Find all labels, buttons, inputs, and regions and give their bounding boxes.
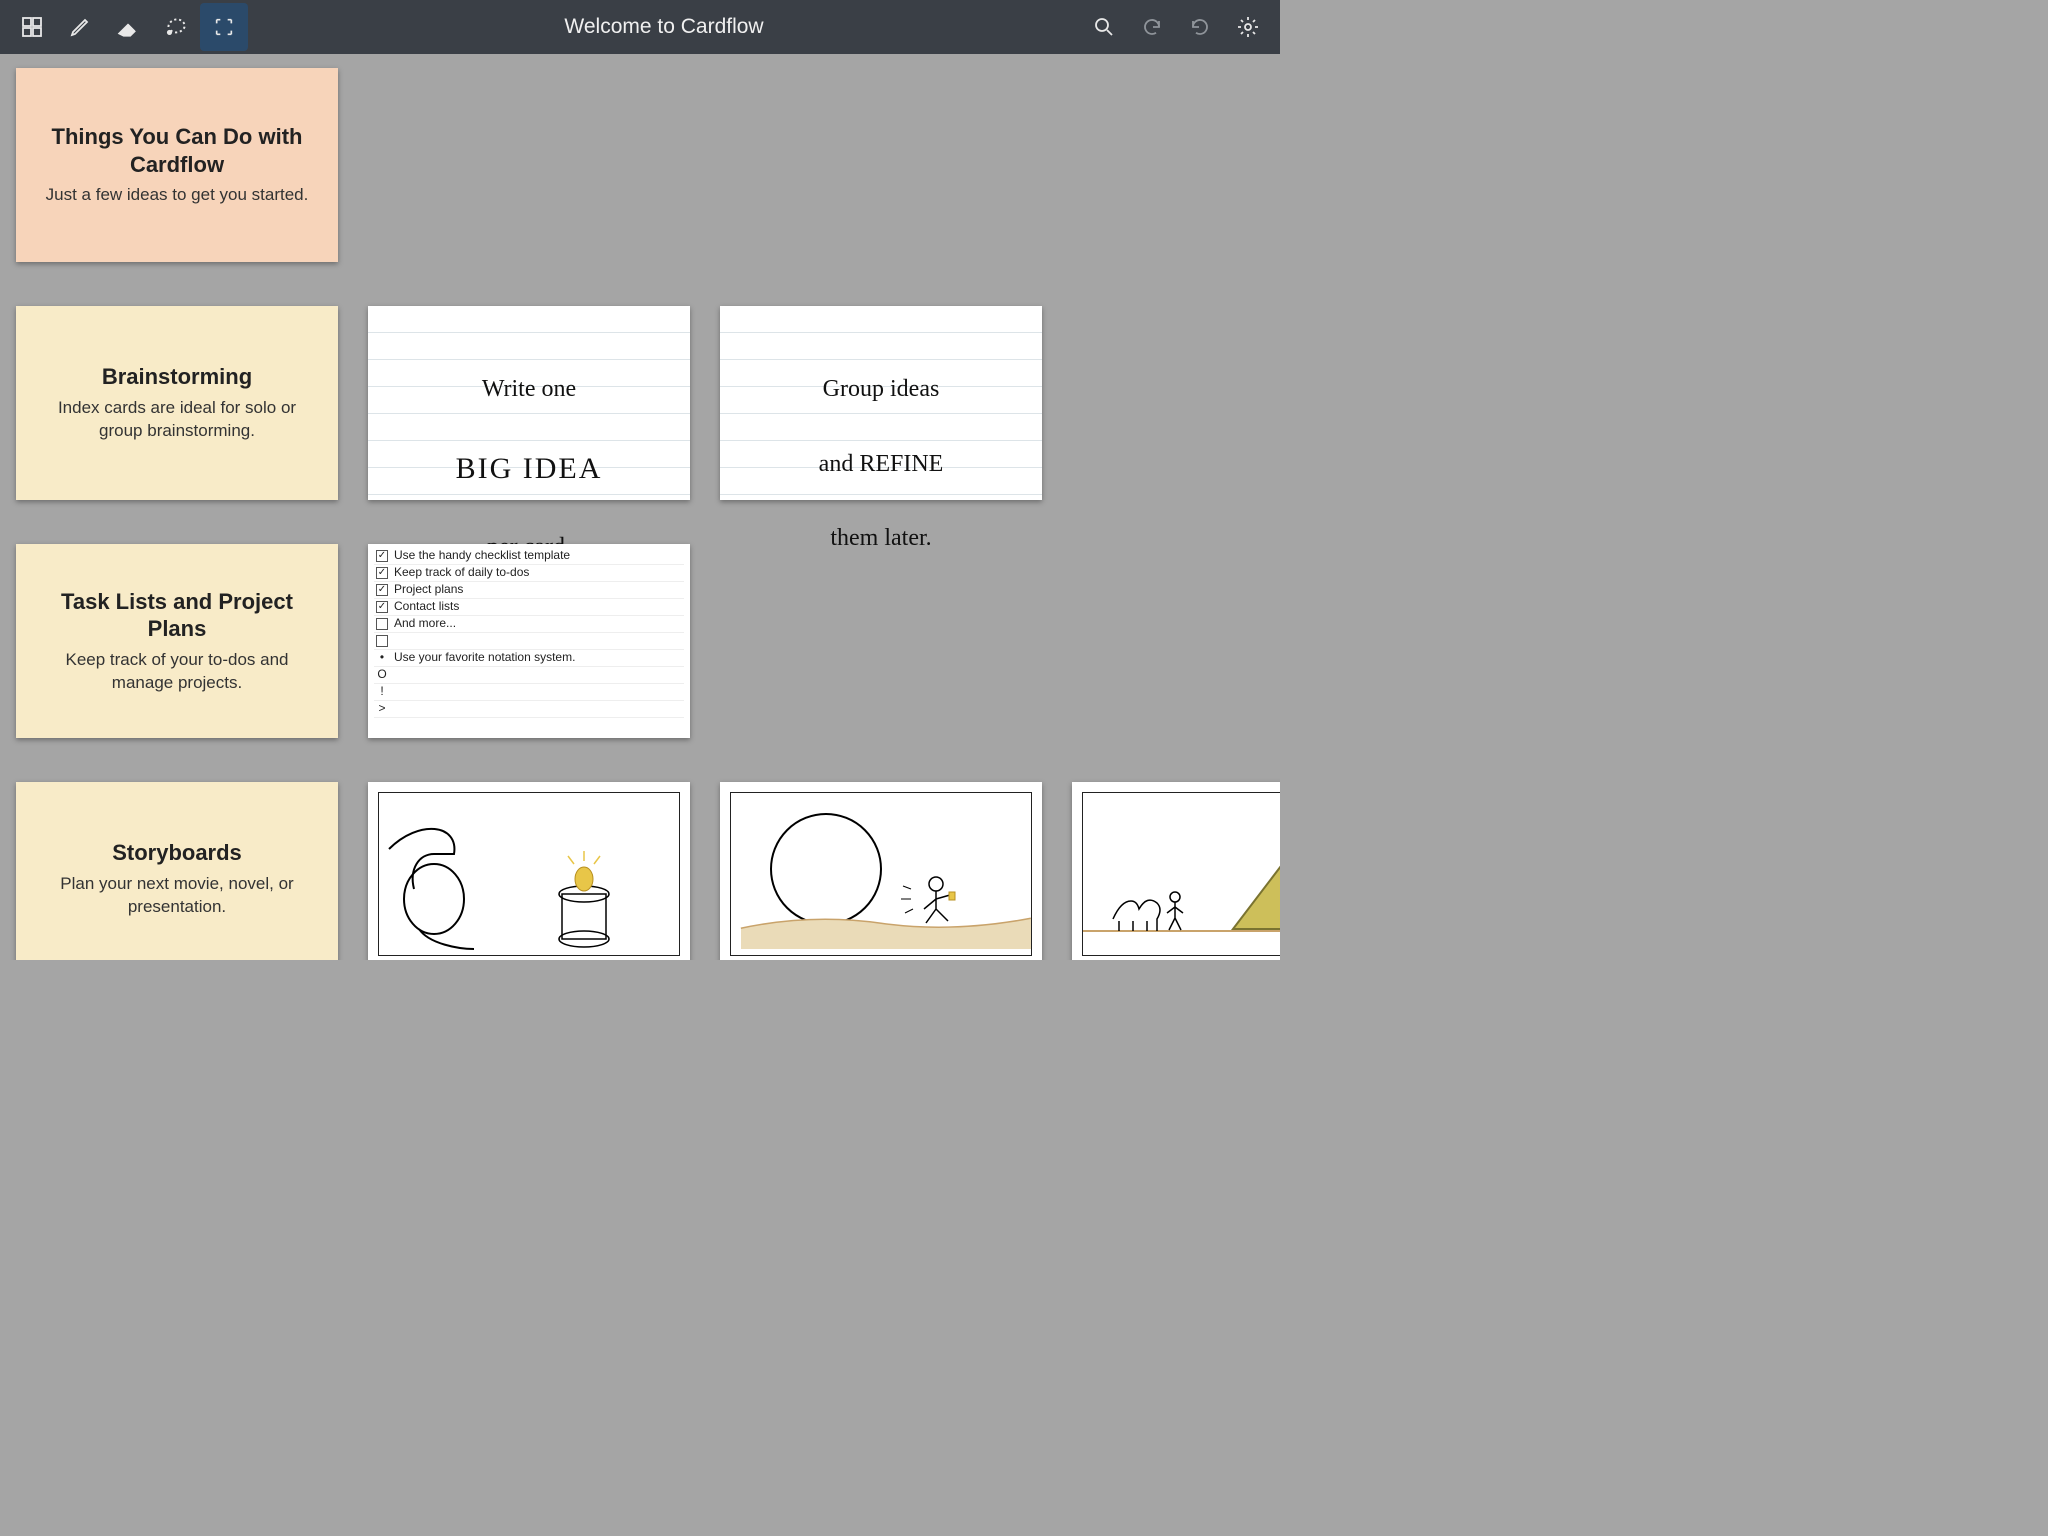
hand-line: them later. (830, 525, 931, 551)
list-item-label: Keep track of daily to-dos (394, 564, 529, 581)
list-item-label: Use your favorite notation system. (394, 649, 575, 666)
brainstorm-title: Brainstorming (102, 363, 252, 391)
hand-line: BIG IDEA (456, 452, 603, 485)
hand-line: Group ideas (823, 376, 940, 402)
eraser-button[interactable] (104, 3, 152, 51)
list-item: Project plans (374, 582, 684, 599)
list-item-label: Project plans (394, 581, 463, 598)
bullet-icon: O (376, 666, 388, 683)
list-item (374, 633, 684, 650)
gear-icon (1236, 15, 1260, 39)
undo-icon (1140, 15, 1164, 39)
brainstorm-card-1[interactable]: Write one BIG IDEA per card. (368, 306, 690, 500)
storyboards-subtitle: Plan your next movie, novel, or presenta… (36, 873, 318, 919)
redo-button[interactable] (1176, 3, 1224, 51)
select-button[interactable] (200, 3, 248, 51)
list-item: ! (374, 684, 684, 701)
brainstorm-subtitle: Index cards are ideal for solo or group … (36, 397, 318, 443)
redo-icon (1188, 15, 1212, 39)
undo-button[interactable] (1128, 3, 1176, 51)
intro-card[interactable]: Things You Can Do with Cardflow Just a f… (16, 68, 338, 262)
bullet-icon: ! (376, 683, 388, 700)
handwriting: Write one BIG IDEA per card. (368, 306, 690, 566)
storyboard-card-1[interactable]: The intrepid explorer discovers the lost… (368, 782, 690, 960)
storyboard-frame (1082, 792, 1280, 956)
storyboard-card-3[interactable]: The intrepid explorer takes in the view (1072, 782, 1280, 960)
tasks-subtitle: Keep track of your to-dos and manage pro… (36, 649, 318, 695)
pencil-button[interactable] (56, 3, 104, 51)
list-item-label: Use the handy checklist template (394, 547, 570, 564)
storyboard-card-2[interactable]: The intrepid explorer has a hard day at … (720, 782, 1042, 960)
checklist-card[interactable]: Use the handy checklist template Keep tr… (368, 544, 690, 738)
checkbox-icon (376, 618, 388, 630)
storyboard-drawing (731, 793, 1031, 955)
storyboard-drawing (379, 793, 679, 955)
list-item-label: Contact lists (394, 598, 459, 615)
list-item-label: And more... (394, 615, 456, 632)
list-item: • Use your favorite notation system. (374, 650, 684, 667)
storyboards-label-card[interactable]: Storyboards Plan your next movie, novel,… (16, 782, 338, 960)
storyboards-title: Storyboards (112, 839, 242, 867)
lasso-icon (163, 14, 189, 40)
brainstorm-label-card[interactable]: Brainstorming Index cards are ideal for … (16, 306, 338, 500)
checkbox-icon (376, 584, 388, 596)
lasso-button[interactable] (152, 3, 200, 51)
list-item: O (374, 667, 684, 684)
storyboard-frame (730, 792, 1032, 956)
grid-icon (20, 15, 44, 39)
settings-button[interactable] (1224, 3, 1272, 51)
grid-button[interactable] (8, 3, 56, 51)
eraser-icon (115, 14, 141, 40)
checkbox-icon (376, 635, 388, 647)
search-button[interactable] (1080, 3, 1128, 51)
bullet-icon: > (376, 700, 388, 717)
list-item: Use the handy checklist template (374, 548, 684, 565)
brainstorm-card-2[interactable]: Group ideas and REFINE them later. (720, 306, 1042, 500)
toolbar: Welcome to Cardflow (0, 0, 1280, 54)
bullet-icon: • (376, 649, 388, 666)
handwriting: Group ideas and REFINE them later. (720, 306, 1042, 557)
page-title: Welcome to Cardflow (248, 15, 1080, 39)
list-item: Contact lists (374, 599, 684, 616)
pencil-icon (68, 15, 92, 39)
search-icon (1092, 15, 1116, 39)
hand-line: Write one (482, 376, 576, 402)
hand-line: and REFINE (819, 451, 944, 477)
list-item: > (374, 701, 684, 718)
checkbox-icon (376, 550, 388, 562)
intro-subtitle: Just a few ideas to get you started. (46, 184, 309, 207)
checkbox-icon (376, 601, 388, 613)
checkbox-icon (376, 567, 388, 579)
storyboard-drawing (1083, 793, 1280, 955)
list-item: Keep track of daily to-dos (374, 565, 684, 582)
tasks-label-card[interactable]: Task Lists and Project Plans Keep track … (16, 544, 338, 738)
canvas[interactable]: Things You Can Do with Cardflow Just a f… (0, 54, 1280, 960)
list-item: And more... (374, 616, 684, 633)
select-icon (213, 16, 235, 38)
intro-title: Things You Can Do with Cardflow (36, 123, 318, 178)
tasks-title: Task Lists and Project Plans (36, 588, 318, 643)
storyboard-frame (378, 792, 680, 956)
